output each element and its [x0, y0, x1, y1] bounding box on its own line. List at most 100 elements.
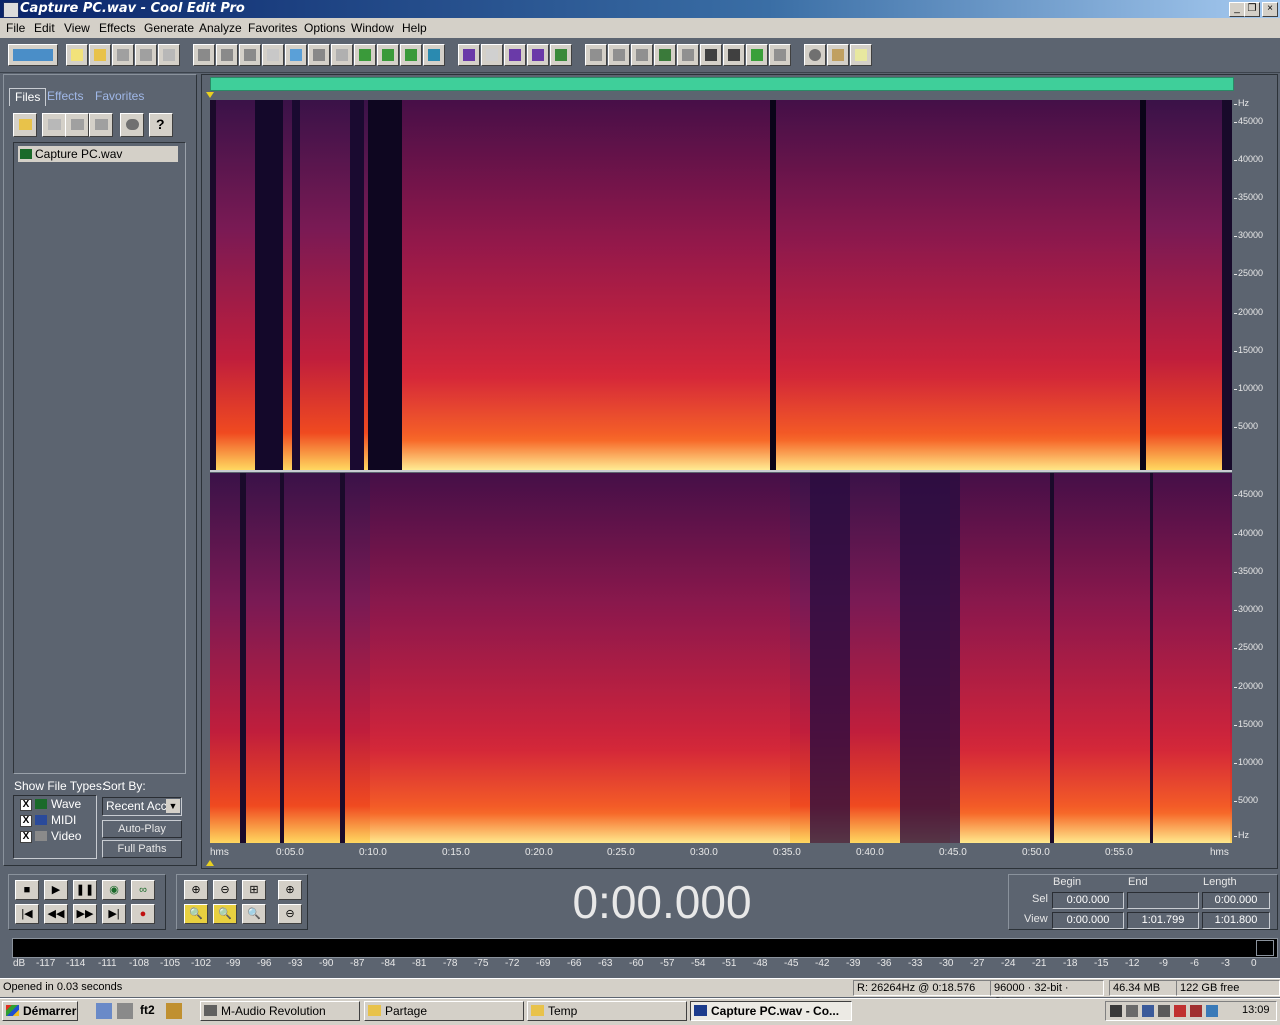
panel-help-icon[interactable]: ? [149, 113, 173, 137]
scripts-icon[interactable] [827, 44, 849, 66]
view-length-field[interactable]: 1:01.800 [1202, 912, 1270, 929]
settings-gear-icon[interactable] [804, 44, 826, 66]
repeat-icon[interactable] [239, 44, 261, 66]
menu-favorites[interactable]: Favorites [248, 21, 297, 35]
close-file-icon[interactable] [158, 44, 180, 66]
panel-settings-icon[interactable] [120, 113, 144, 137]
close-button[interactable]: × [1262, 2, 1278, 17]
title-bar[interactable]: Capture PC.wav - Cool Edit Pro _ ❐ × [0, 0, 1280, 18]
view-end-field[interactable]: 1:01.799 [1127, 912, 1199, 929]
menu-file[interactable]: File [6, 21, 25, 35]
paste-new-icon[interactable] [354, 44, 376, 66]
menu-help[interactable]: Help [402, 21, 427, 35]
quicklaunch-archive-icon[interactable] [166, 1003, 182, 1019]
video-checkbox[interactable]: X [20, 831, 32, 843]
panel-icon[interactable] [608, 44, 630, 66]
menu-effects[interactable]: Effects [99, 21, 135, 35]
zoom-out-icon[interactable]: ⊖ [213, 880, 237, 900]
open-file-icon[interactable] [89, 44, 111, 66]
new-file-icon[interactable] [66, 44, 88, 66]
tray-app-icon[interactable] [1158, 1005, 1170, 1017]
sort-by-select[interactable]: Recent Acc ▼ [102, 797, 182, 816]
zoom-in-icon[interactable]: ⊕ [184, 880, 208, 900]
open-folder-icon[interactable] [13, 113, 37, 137]
rewind-button[interactable]: ◀◀ [44, 904, 68, 924]
spectral-left-channel[interactable] [210, 100, 1232, 470]
file-list[interactable] [13, 142, 186, 774]
chevron-down-icon[interactable]: ▼ [166, 799, 180, 813]
zoom-left-icon[interactable]: 🔍 [184, 904, 208, 924]
task-cool-edit[interactable]: Capture PC.wav - Co... [690, 1001, 852, 1021]
quicklaunch-explorer-icon[interactable] [117, 1003, 133, 1019]
tab-favorites[interactable]: Favorites [90, 88, 149, 105]
sel-begin-field[interactable]: 0:00.000 [1052, 892, 1124, 909]
zoom-toolbar-icon[interactable] [677, 44, 699, 66]
menu-analyze[interactable]: Analyze [199, 21, 242, 35]
tray-display-icon[interactable] [1206, 1005, 1218, 1017]
waveform-view-icon[interactable] [481, 44, 503, 66]
menu-window[interactable]: Window [351, 21, 394, 35]
spectral-right-channel[interactable] [210, 473, 1232, 843]
undo-icon[interactable] [193, 44, 215, 66]
menu-generate[interactable]: Generate [144, 21, 194, 35]
tray-speaker-icon[interactable] [1126, 1005, 1138, 1017]
tray-monitor-icon[interactable] [1142, 1005, 1154, 1017]
view-begin-field[interactable]: 0:00.000 [1052, 912, 1124, 929]
save-icon[interactable] [112, 44, 134, 66]
mix-paste-icon[interactable] [377, 44, 399, 66]
close-file-panel-icon[interactable] [42, 113, 66, 137]
stop-button[interactable]: ■ [15, 880, 39, 900]
meter-icon[interactable] [723, 44, 745, 66]
tray-pdf-icon[interactable] [1190, 1005, 1202, 1017]
record-button[interactable]: ● [131, 904, 155, 924]
levels-icon[interactable] [746, 44, 768, 66]
play-button[interactable]: ▶ [44, 880, 68, 900]
trim-icon[interactable] [400, 44, 422, 66]
redo-icon[interactable] [216, 44, 238, 66]
info-icon[interactable] [631, 44, 653, 66]
tray-network-icon[interactable] [1110, 1005, 1122, 1017]
insert-cd-list-icon[interactable] [89, 113, 113, 137]
sel-length-field[interactable]: 0:00.000 [1202, 892, 1270, 909]
window-icon[interactable] [585, 44, 607, 66]
insert-multitrack-icon[interactable] [65, 113, 89, 137]
quicklaunch-desktop-icon[interactable] [96, 1003, 112, 1019]
file-list-item[interactable]: Capture PC.wav [18, 146, 178, 162]
multitrack-toggle-button[interactable] [8, 44, 58, 66]
zoom-out-vertical-icon[interactable]: ⊖ [278, 904, 302, 924]
task-partage[interactable]: Partage [364, 1001, 524, 1021]
copy-icon[interactable] [285, 44, 307, 66]
zoom-right-icon[interactable]: 🔍 [213, 904, 237, 924]
cut-icon[interactable] [308, 44, 330, 66]
cursor-marker-top[interactable] [206, 92, 214, 98]
time-ruler[interactable]: hms 0:05.0 0:10.0 0:15.0 0:20.0 0:25.0 0… [210, 845, 1232, 861]
task-m-audio[interactable]: M-Audio Revolution [200, 1001, 360, 1021]
copy-to-new-icon[interactable] [262, 44, 284, 66]
tab-files[interactable]: Files [9, 88, 47, 106]
go-to-end-button[interactable]: ▶| [102, 904, 126, 924]
level-meter[interactable] [12, 938, 1278, 958]
midi-checkbox[interactable]: X [20, 815, 32, 827]
zoom-selection-icon[interactable]: 🔍 [242, 904, 266, 924]
full-paths-button[interactable]: Full Paths [102, 840, 182, 858]
sel-end-field[interactable] [1127, 892, 1199, 909]
clock[interactable]: 13:09 [1242, 1004, 1270, 1016]
find-icon[interactable] [423, 44, 445, 66]
time-display-icon[interactable] [700, 44, 722, 66]
minimize-button[interactable]: _ [1229, 2, 1245, 17]
overview-bar[interactable] [210, 77, 1234, 91]
save-all-icon[interactable] [135, 44, 157, 66]
go-to-start-button[interactable]: |◀ [15, 904, 39, 924]
menu-options[interactable]: Options [304, 21, 345, 35]
loop-button[interactable]: ∞ [131, 880, 155, 900]
zoom-full-icon[interactable]: ⊞ [242, 880, 266, 900]
start-button[interactable]: Démarrer [2, 1001, 78, 1021]
menu-view[interactable]: View [64, 21, 90, 35]
tab-effects[interactable]: Effects [42, 88, 88, 105]
peak-indicator[interactable] [1256, 940, 1274, 956]
stereo-view-icon[interactable] [550, 44, 572, 66]
play-to-end-button[interactable]: ◉ [102, 880, 126, 900]
restore-button[interactable]: ❐ [1244, 2, 1260, 17]
fast-forward-button[interactable]: ▶▶ [73, 904, 97, 924]
task-temp[interactable]: Temp [527, 1001, 687, 1021]
